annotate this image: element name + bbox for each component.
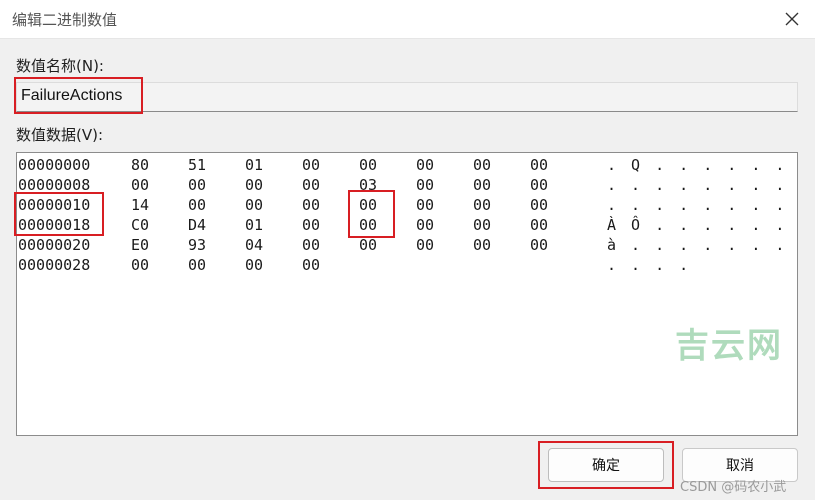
hex-offset: 00000000	[18, 156, 91, 174]
hex-byte[interactable]: 00	[473, 195, 491, 215]
hex-byte[interactable]: 00	[302, 195, 320, 215]
hex-byte[interactable]: 03	[359, 175, 377, 195]
hex-offset: 00000028	[18, 256, 91, 274]
hex-byte[interactable]: 00	[302, 235, 320, 255]
hex-byte[interactable]: 00	[131, 175, 149, 195]
hex-byte[interactable]: D4	[188, 215, 206, 235]
hex-byte[interactable]: 00	[188, 175, 206, 195]
hex-byte[interactable]: 00	[359, 235, 377, 255]
ok-button[interactable]: 确定	[548, 448, 664, 482]
close-icon	[785, 12, 799, 26]
hex-editor[interactable]: 00000000 80 51 01 00 00 00 00 00 . Q . .…	[16, 152, 798, 436]
hex-byte[interactable]: 00	[473, 215, 491, 235]
hex-byte[interactable]: 00	[302, 175, 320, 195]
hex-byte[interactable]: 00	[359, 155, 377, 175]
hex-byte[interactable]: 51	[188, 155, 206, 175]
hex-byte[interactable]: 00	[416, 235, 434, 255]
hex-byte[interactable]: 00	[188, 195, 206, 215]
hex-byte[interactable]: 00	[473, 175, 491, 195]
title-bar: 编辑二进制数值	[0, 0, 815, 39]
hex-row: 00000008 00 00 00 00 03 00 00 00 . . . .…	[17, 175, 797, 195]
window-title: 编辑二进制数值	[12, 11, 118, 29]
hex-offset: 00000020	[18, 236, 91, 254]
hex-byte[interactable]: C0	[131, 215, 149, 235]
hex-byte[interactable]: 00	[302, 215, 320, 235]
hex-byte[interactable]: 00	[473, 235, 491, 255]
hex-byte[interactable]: 00	[530, 195, 548, 215]
hex-ascii: . . . . . . . .	[607, 196, 788, 214]
hex-byte[interactable]: 14	[131, 195, 149, 215]
hex-byte[interactable]: 00	[530, 175, 548, 195]
csdn-watermark: CSDN @码农小武	[680, 480, 787, 495]
hex-byte[interactable]: 00	[245, 195, 263, 215]
hex-offset: 00000008	[18, 176, 91, 194]
hex-ascii: . . . .	[607, 256, 692, 274]
hex-byte[interactable]: E0	[131, 235, 149, 255]
value-name-field[interactable]: FailureActions	[16, 82, 798, 112]
hex-ascii: À Ô . . . . . .	[607, 216, 788, 234]
hex-byte[interactable]: 00	[530, 215, 548, 235]
value-name-label: 数值名称(N):	[16, 57, 104, 75]
hex-byte[interactable]: 01	[245, 215, 263, 235]
hex-row: 00000020 E0 93 04 00 00 00 00 00 à . . .…	[17, 235, 797, 255]
hex-row: 00000018 C0 D4 01 00 00 00 00 00 À Ô . .…	[17, 215, 797, 235]
hex-byte[interactable]: 01	[245, 155, 263, 175]
hex-byte[interactable]: 00	[416, 215, 434, 235]
hex-byte[interactable]: 00	[416, 175, 434, 195]
hex-byte[interactable]: 00	[473, 155, 491, 175]
hex-byte[interactable]: 00	[359, 195, 377, 215]
close-button[interactable]	[769, 0, 815, 38]
hex-row: 00000010 14 00 00 00 00 00 00 00 . . . .…	[17, 195, 797, 215]
hex-byte[interactable]: 00	[302, 155, 320, 175]
hex-ascii: . . . . . . . .	[607, 176, 788, 194]
hex-byte[interactable]: 00	[416, 195, 434, 215]
hex-byte[interactable]: 00	[131, 255, 149, 275]
hex-byte[interactable]: 00	[188, 255, 206, 275]
hex-ascii: à . . . . . . .	[607, 236, 788, 254]
watermark-logo: 吉云网	[675, 326, 783, 366]
hex-row: 00000000 80 51 01 00 00 00 00 00 . Q . .…	[17, 155, 797, 175]
hex-offset: 00000018	[18, 216, 91, 234]
hex-byte[interactable]: 80	[131, 155, 149, 175]
hex-offset: 00000010	[18, 196, 91, 214]
hex-byte[interactable]: 04	[245, 235, 263, 255]
hex-byte[interactable]: 00	[416, 155, 434, 175]
hex-byte[interactable]: 93	[188, 235, 206, 255]
hex-byte[interactable]: 00	[530, 235, 548, 255]
hex-byte[interactable]: 00	[530, 155, 548, 175]
hex-byte[interactable]: 00	[302, 255, 320, 275]
value-data-label: 数值数据(V):	[16, 126, 104, 144]
value-name-text: FailureActions	[21, 87, 123, 104]
hex-byte[interactable]: 00	[245, 255, 263, 275]
hex-byte[interactable]: 00	[245, 175, 263, 195]
hex-byte[interactable]: 00	[359, 215, 377, 235]
hex-ascii: . Q . . . . . .	[607, 156, 788, 174]
hex-row: 00000028 00 00 00 00 . . . .	[17, 255, 797, 275]
